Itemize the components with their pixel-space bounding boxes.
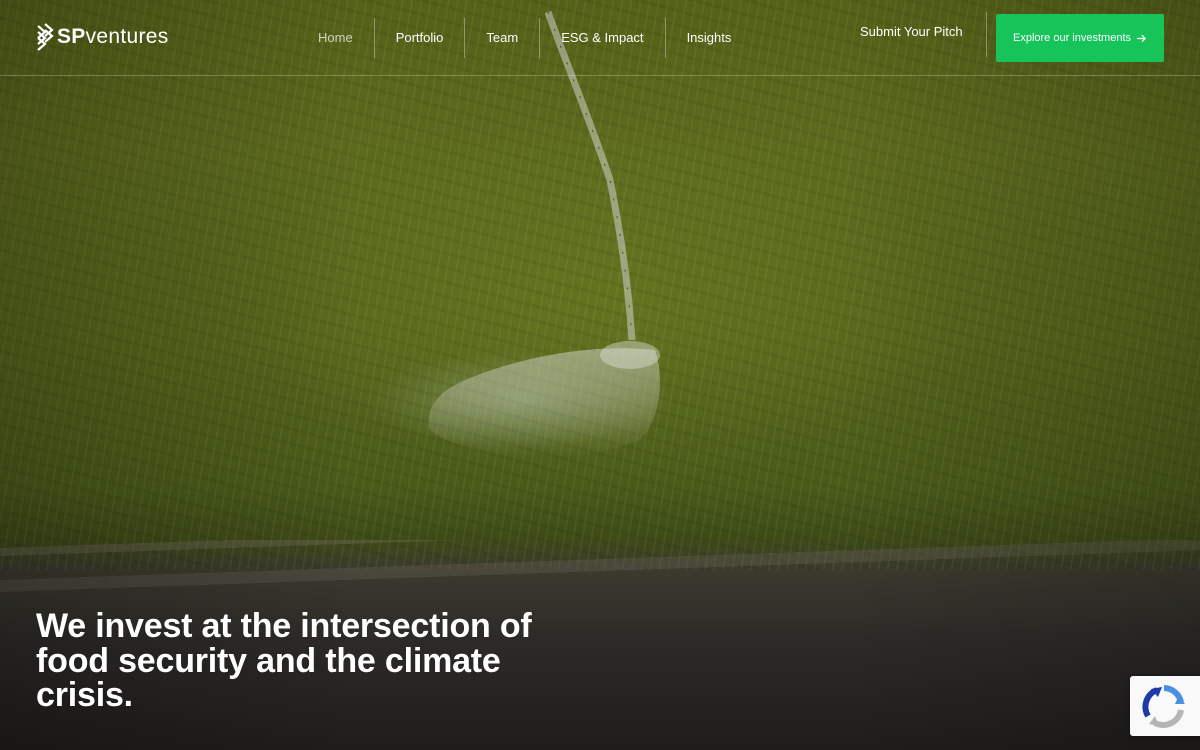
nav-item-insights[interactable]: Insights bbox=[666, 18, 753, 58]
submit-pitch-link[interactable]: Submit Your Pitch bbox=[838, 12, 987, 57]
nav-item-portfolio[interactable]: Portfolio bbox=[375, 18, 466, 58]
logo-bold-text: SP bbox=[57, 25, 86, 48]
logo-wordmark: SPventures bbox=[57, 25, 169, 49]
explore-investments-label: Explore our investments bbox=[1013, 32, 1131, 44]
recaptcha-icon bbox=[1142, 685, 1185, 728]
explore-investments-button[interactable]: Explore our investments bbox=[996, 14, 1164, 62]
nav-item-esg-impact[interactable]: ESG & Impact bbox=[540, 18, 666, 58]
logo-regular-text: ventures bbox=[85, 25, 169, 48]
hero-headline: We invest at the intersection of food se… bbox=[36, 607, 532, 714]
main-nav: Home Portfolio Team ESG & Impact Insight… bbox=[297, 18, 752, 58]
nav-item-team[interactable]: Team bbox=[465, 18, 541, 58]
stacked-chevrons-icon bbox=[37, 23, 54, 51]
logo[interactable]: SPventures bbox=[36, 23, 169, 51]
arrow-right-icon bbox=[1136, 34, 1147, 42]
submit-pitch-label: Submit Your Pitch bbox=[860, 24, 963, 39]
recaptcha-badge[interactable] bbox=[1130, 676, 1200, 736]
nav-item-home[interactable]: Home bbox=[297, 18, 375, 58]
site-header: SPventures Home Portfolio Team ESG & Imp… bbox=[0, 0, 1200, 76]
